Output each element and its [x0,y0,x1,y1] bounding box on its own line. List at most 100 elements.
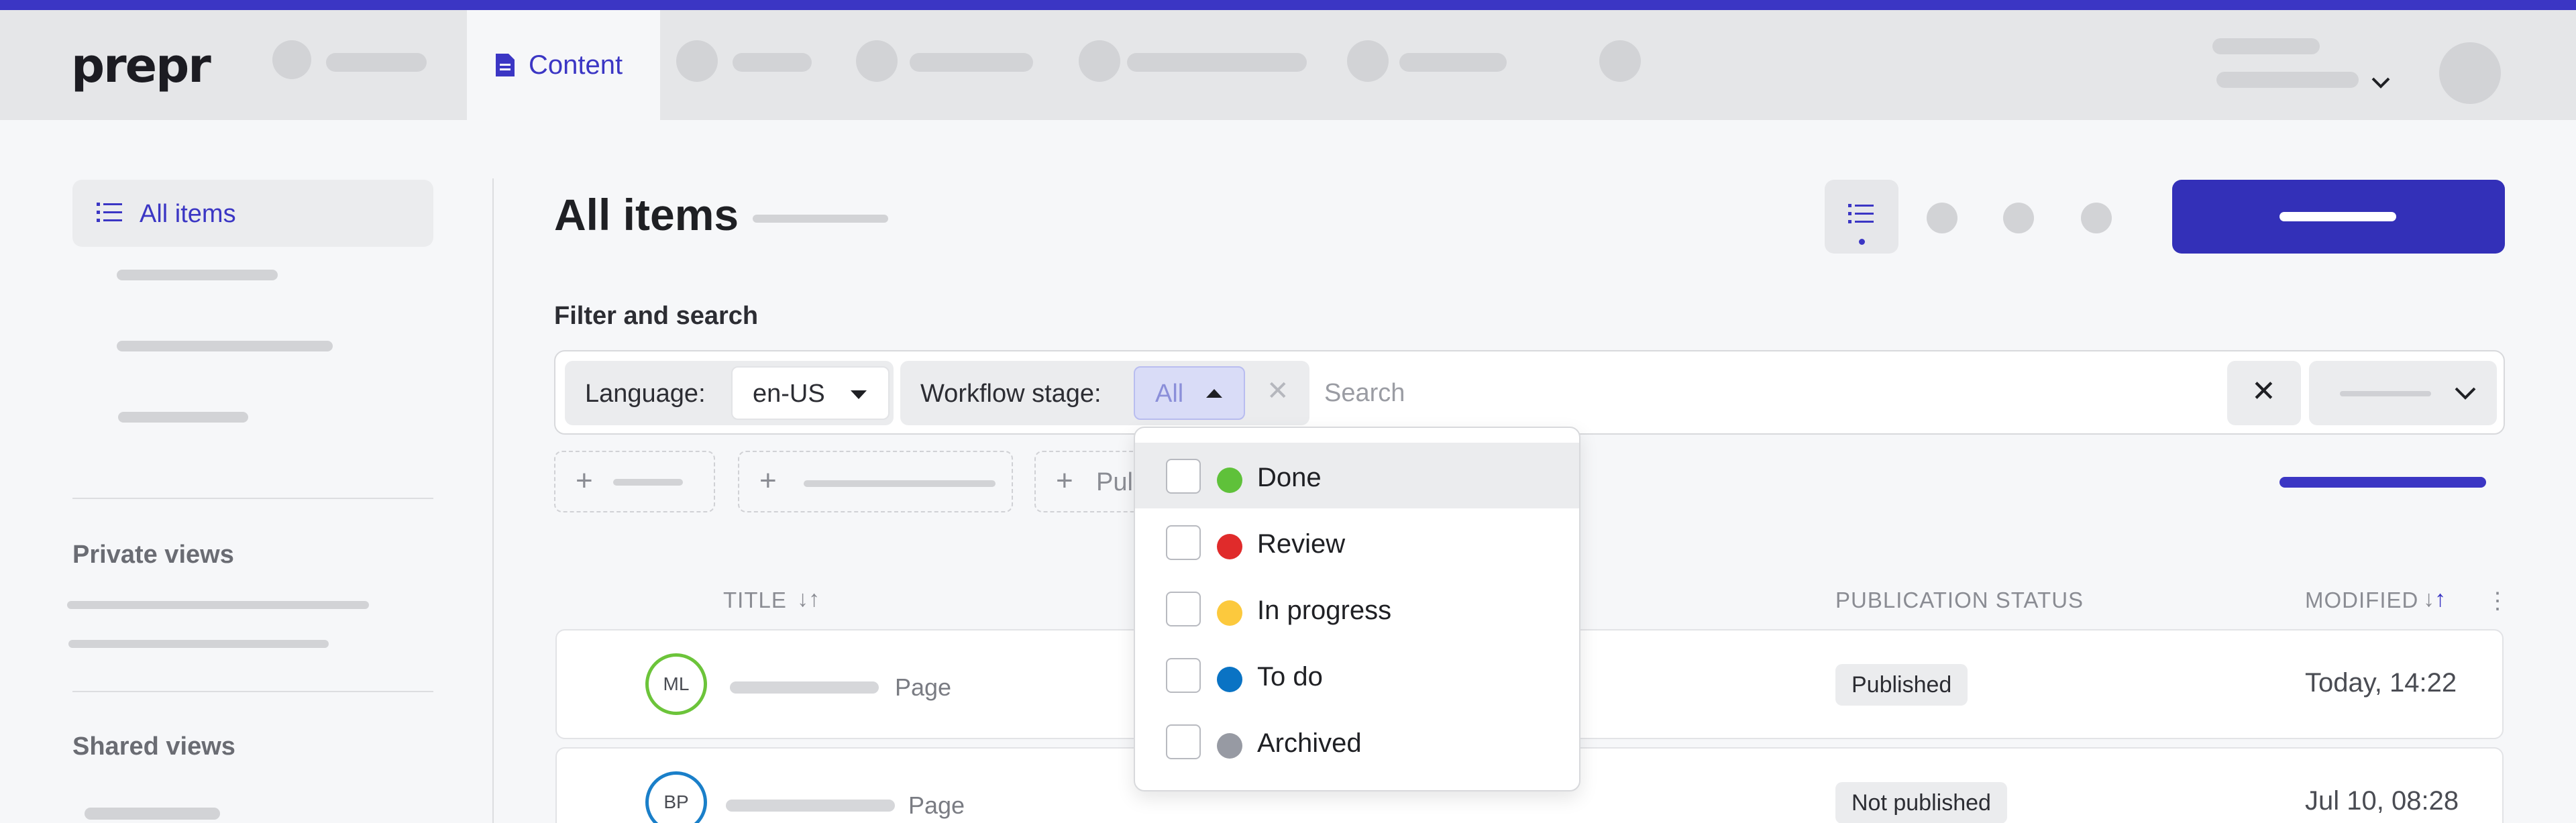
status-badge: Not published [1835,782,2007,823]
modified-date: Jul 10, 08:28 [2305,786,2459,816]
item-type: Page [908,791,965,819]
sidebar-divider [72,691,433,692]
sort-arrows-icon[interactable]: ↓↑ [2423,586,2446,612]
filter-label-placeholder [613,479,683,486]
item-type: Page [895,673,952,701]
checkbox[interactable] [1166,525,1201,560]
sidebar-subitem-placeholder[interactable] [118,412,248,423]
filter-label-placeholder [804,480,996,487]
item-title-placeholder [726,800,895,812]
tab-content[interactable]: Content [467,10,660,120]
modified-date: Today, 14:22 [2305,668,2457,698]
list-view-toggle[interactable] [1825,180,1898,254]
prepr-logo[interactable]: prepr [71,38,211,93]
workflow-option-done[interactable]: Done [1135,443,1579,508]
workflow-stage-filter[interactable]: Workflow stage: All ✕ [900,361,1309,425]
loading-progress-bar [2279,477,2486,488]
sidebar-item-label: All items [140,200,236,228]
nav-item-icon[interactable] [272,40,311,79]
add-filter-chip[interactable]: + [554,451,715,512]
caret-up-icon [1206,389,1222,398]
status-dot-icon [1217,733,1242,759]
nav-item-icon[interactable] [1347,40,1389,82]
private-views-heading: Private views [72,541,234,569]
active-view-indicator [1859,239,1865,245]
user-name-placeholder [2212,38,2320,54]
workflow-option-archived[interactable]: Archived [1135,708,1579,774]
sort-select[interactable] [2309,361,2497,425]
clear-search-button[interactable]: ✕ [2227,361,2301,425]
option-label: Review [1257,529,1346,559]
nav-item-label-placeholder[interactable] [733,53,812,72]
column-header-title[interactable]: TITLE [723,588,787,613]
sort-value-placeholder [2340,391,2431,396]
private-view-placeholder[interactable] [68,640,329,648]
checkbox[interactable] [1166,592,1201,626]
private-view-placeholder[interactable] [67,601,369,609]
workflow-option-to-do[interactable]: To do [1135,642,1579,708]
view-toggle-icon[interactable] [1927,203,1957,233]
workflow-option-review[interactable]: Review [1135,509,1579,575]
nav-item-label-placeholder[interactable] [910,53,1033,72]
add-filter-label: Pul [1096,468,1133,496]
status-dot-icon [1217,667,1242,692]
status-badge: Published [1835,664,1968,706]
shared-view-placeholder[interactable] [85,808,220,820]
column-header-modified[interactable]: MODIFIED [2305,588,2418,613]
sort-arrows-icon[interactable]: ↓↑ [797,586,820,612]
option-label: In progress [1257,596,1392,625]
workflow-stage-select[interactable]: All [1134,366,1245,420]
option-label: Archived [1257,728,1362,758]
close-icon: ✕ [2251,375,2276,408]
column-options-icon[interactable]: ⋮ [2486,588,2509,614]
sidebar-item-all-items[interactable]: All items [72,180,433,247]
shared-views-heading: Shared views [72,732,235,761]
author-avatar: BP [645,771,707,823]
plus-icon: + [759,464,777,497]
document-icon [496,54,515,76]
user-avatar[interactable] [2439,42,2501,104]
view-toggle-icon[interactable] [2003,203,2034,233]
top-accent-bar [0,0,2576,10]
sidebar-separator [492,178,494,823]
plus-icon: + [576,464,593,497]
list-icon [1848,204,1874,223]
item-count-placeholder [753,215,888,223]
checkbox[interactable] [1166,658,1201,693]
column-header-publication-status[interactable]: PUBLICATION STATUS [1835,588,2084,613]
language-select[interactable]: en-US [731,366,890,420]
nav-item-label-placeholder[interactable] [1127,53,1307,72]
status-dot-icon [1217,468,1242,493]
search-input[interactable] [1324,368,2062,419]
workflow-option-in-progress[interactable]: In progress [1135,575,1579,641]
add-item-button[interactable] [2172,180,2505,254]
language-filter[interactable]: Language: en-US [565,361,894,425]
language-filter-label: Language: [585,380,706,408]
clear-workflow-icon[interactable]: ✕ [1267,376,1289,406]
chevron-down-icon [2455,387,2476,400]
nav-item-label-placeholder[interactable] [326,53,427,72]
view-toggle-icon[interactable] [2081,203,2112,233]
button-label-placeholder [2279,212,2396,221]
workflow-value: All [1155,380,1184,408]
sidebar-subitem-placeholder[interactable] [117,341,333,351]
filter-bar: Language: en-US Workflow stage: All ✕ ✕ [554,350,2505,435]
add-filter-chip[interactable]: + [738,451,1013,512]
tab-content-label: Content [529,50,623,80]
checkbox[interactable] [1166,459,1201,494]
top-navigation: prepr [0,10,2576,120]
nav-item-icon[interactable] [1079,40,1120,82]
sidebar-divider [72,498,433,499]
nav-item-icon[interactable] [856,40,898,82]
author-avatar: ML [645,653,707,715]
checkbox[interactable] [1166,724,1201,759]
filter-section-label: Filter and search [554,302,759,330]
nav-item-icon[interactable] [1599,40,1641,82]
item-title-placeholder [730,681,879,694]
sidebar-subitem-placeholder[interactable] [117,270,278,280]
nav-item-label-placeholder[interactable] [1399,53,1507,72]
workflow-stage-dropdown: Done Review In progress To do Archived [1134,427,1580,791]
list-icon [97,203,122,222]
nav-item-icon[interactable] [676,40,718,82]
chevron-down-icon[interactable] [2371,76,2391,89]
